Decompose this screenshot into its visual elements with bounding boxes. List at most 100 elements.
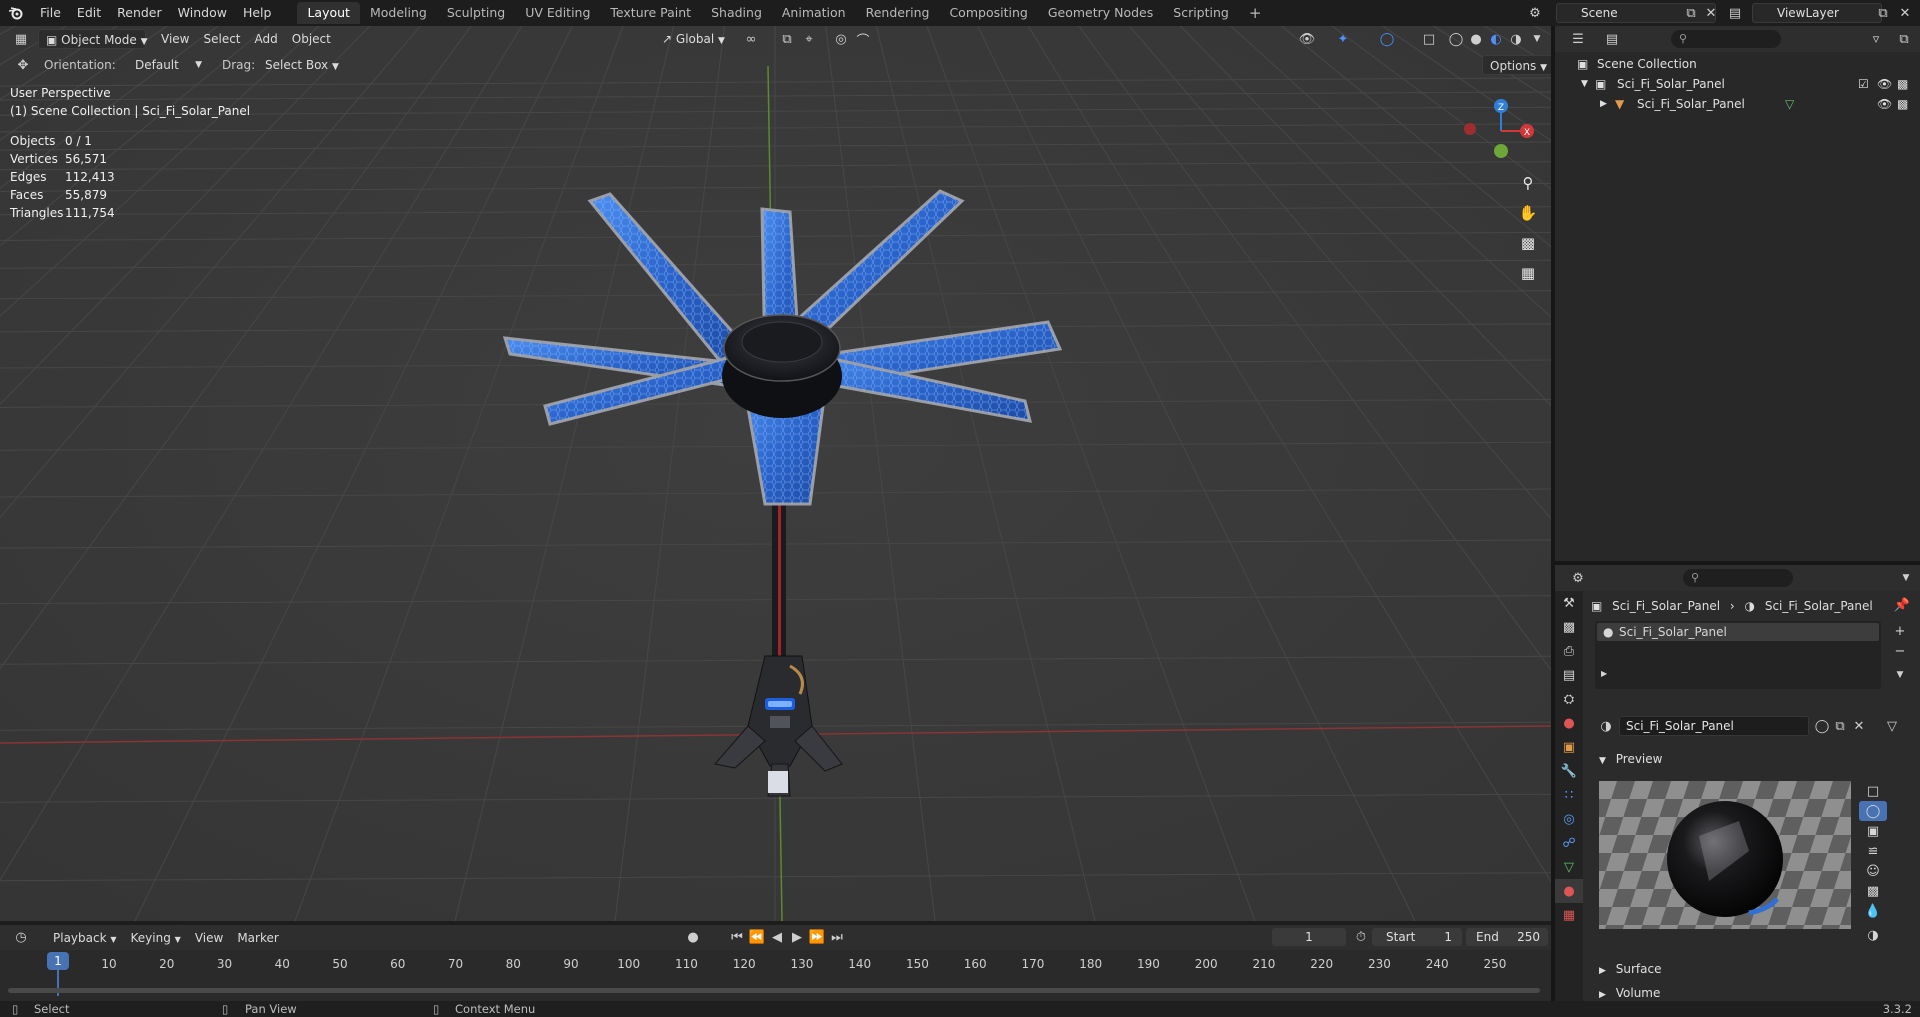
preview-section-header[interactable]: ▼ Preview	[1591, 749, 1911, 769]
menu-playback[interactable]: Playback ▼	[46, 928, 124, 948]
menu-view[interactable]: View	[154, 29, 196, 49]
grid-toggle-icon[interactable]: ▦	[1516, 261, 1540, 285]
jump-start-icon[interactable]: ⏮	[726, 927, 748, 947]
visibility-icon[interactable]: 👁	[1296, 29, 1318, 49]
preview-monkey-icon[interactable]: ☺	[1859, 861, 1887, 881]
jump-end-icon[interactable]: ⏭	[826, 927, 848, 947]
tool-tab-icon[interactable]: ⚒	[1555, 591, 1583, 615]
tab-animation[interactable]: Animation	[772, 2, 856, 24]
outliner-editor-icon[interactable]: ☰	[1567, 29, 1589, 49]
menu-marker[interactable]: Marker	[230, 928, 285, 948]
render-camera-icon[interactable]: ▩	[1897, 94, 1908, 114]
tab-modeling[interactable]: Modeling	[360, 2, 437, 24]
menu-timeline-view[interactable]: View	[188, 928, 230, 948]
menu-render[interactable]: Render	[109, 0, 170, 26]
zoom-icon[interactable]: ⚲	[1516, 171, 1540, 195]
menu-file[interactable]: File	[32, 0, 69, 26]
menu-window[interactable]: Window	[170, 0, 235, 26]
new-scene-icon[interactable]: ⧉	[1680, 3, 1702, 23]
disclosure-triangle-icon[interactable]: ▶	[1600, 94, 1607, 114]
timeline-scrollbar[interactable]	[8, 988, 1540, 993]
outliner-search-input[interactable]: ⚲	[1671, 30, 1781, 48]
shading-rendered-icon[interactable]: ◑	[1505, 29, 1527, 49]
outliner-row-collection[interactable]: ▼ ▣ Sci_Fi_Solar_Panel ☑ 👁 ▩	[1555, 74, 1920, 94]
preview-cloth-icon[interactable]: ▩	[1859, 881, 1887, 901]
scene-tab-icon[interactable]: ⛭	[1555, 687, 1583, 711]
stopwatch-icon[interactable]: ⏱	[1350, 927, 1372, 947]
frame-ruler[interactable]: 10 20 30 40 50 60 70 80 90 100 110 120 130 140 150 160 1…	[0, 950, 1551, 1001]
end-frame-field[interactable]: End 250	[1466, 928, 1548, 946]
shading-solid-icon[interactable]: ●	[1465, 29, 1487, 49]
add-slot-icon[interactable]: +	[1889, 621, 1911, 641]
add-workspace-button[interactable]: +	[1239, 2, 1272, 24]
surface-section-header[interactable]: ▶ Surface	[1591, 959, 1911, 979]
current-frame-field[interactable]: 1	[1272, 928, 1346, 946]
modifier-tab-icon[interactable]: 🔧	[1555, 759, 1583, 783]
options-dropdown[interactable]: Options ▼	[1482, 55, 1551, 75]
tab-scripting[interactable]: Scripting	[1163, 2, 1239, 24]
new-view-layer-icon[interactable]: ⧉	[1872, 3, 1894, 23]
falloff-icon[interactable]: ⌒	[852, 29, 874, 49]
eye-icon[interactable]: 👁	[1877, 94, 1892, 114]
pin-icon[interactable]: 📌	[1891, 595, 1913, 615]
editor-type-icon[interactable]: ▦	[10, 29, 32, 49]
next-keyframe-icon[interactable]: ⏩	[806, 927, 828, 947]
outliner-row-object[interactable]: ▶ ▼ Sci_Fi_Solar_Panel ▽ 👁 ▩	[1555, 94, 1920, 114]
properties-search-input[interactable]: ⚲	[1683, 569, 1793, 587]
constraints-tab-icon[interactable]: ☍	[1555, 831, 1583, 855]
gizmo-toggle-icon[interactable]: ✦	[1332, 29, 1354, 49]
playhead[interactable]: 1	[47, 952, 69, 970]
timeline-editor-icon[interactable]: ◷	[10, 928, 32, 948]
display-mode-icon[interactable]: ▤	[1601, 29, 1623, 49]
remove-slot-icon[interactable]: −	[1889, 641, 1911, 661]
record-icon[interactable]: ●	[682, 927, 704, 947]
tab-shading[interactable]: Shading	[701, 2, 772, 24]
start-frame-field[interactable]: Start 1	[1372, 928, 1462, 946]
drag-dropdown[interactable]: Select Box ▼	[258, 55, 346, 75]
tab-uv-editing[interactable]: UV Editing	[515, 2, 600, 24]
view-layer-field[interactable]: ViewLayer	[1752, 3, 1882, 23]
3d-viewport[interactable]: ▦ ▣ Object Mode ▼ View Select Add Object…	[0, 26, 1551, 921]
browse-material-icon[interactable]: ◑	[1595, 716, 1617, 736]
xray-icon[interactable]: □	[1418, 29, 1440, 49]
tab-sculpting[interactable]: Sculpting	[437, 2, 515, 24]
shading-wireframe-icon[interactable]: ◯	[1445, 29, 1467, 49]
view-layer-icon[interactable]: ▤	[1724, 3, 1746, 23]
node-link-icon[interactable]: ▽	[1881, 716, 1903, 736]
unlink-material-icon[interactable]: ✕	[1848, 716, 1870, 736]
snap-icon[interactable]: ⧉	[776, 29, 798, 49]
shading-material-icon[interactable]: ◐	[1485, 29, 1507, 49]
material-slot-list[interactable]: ● Sci_Fi_Solar_Panel ▶	[1595, 621, 1881, 689]
material-name-field[interactable]: Sci_Fi_Solar_Panel	[1619, 716, 1809, 736]
shading-options-icon[interactable]: ▼	[1526, 29, 1548, 49]
physics-tab-icon[interactable]: ◎	[1555, 807, 1583, 831]
material-slot-item[interactable]: ● Sci_Fi_Solar_Panel	[1597, 623, 1879, 641]
blender-logo-icon[interactable]	[0, 3, 32, 23]
camera-icon[interactable]: ▩	[1516, 231, 1540, 255]
pivot-point-icon[interactable]: ∞	[740, 29, 762, 49]
snap-target-icon[interactable]: ⌖	[798, 29, 820, 49]
preview-flat-icon[interactable]: □	[1859, 781, 1887, 801]
preview-world-icon[interactable]: ◑	[1859, 925, 1887, 945]
menu-select[interactable]: Select	[196, 29, 247, 49]
output-tab-icon[interactable]: ⎙	[1555, 639, 1583, 663]
render-camera-icon[interactable]: ▩	[1897, 74, 1908, 94]
preview-sphere-icon[interactable]: ◯	[1859, 801, 1887, 821]
orientation-dropdown[interactable]: Default ▼	[112, 55, 208, 75]
volume-section-header[interactable]: ▶ Volume	[1591, 983, 1911, 1002]
slot-specials-icon[interactable]: ▼	[1889, 665, 1911, 685]
scene-selector-icon[interactable]: ⚙	[1524, 3, 1546, 23]
tab-layout[interactable]: Layout	[297, 2, 360, 24]
view-layer-tab-icon[interactable]: ▤	[1555, 663, 1583, 687]
tab-geometry-nodes[interactable]: Geometry Nodes	[1038, 2, 1163, 24]
eye-icon[interactable]: 👁	[1877, 74, 1892, 94]
material-tab-icon[interactable]: ●	[1555, 879, 1583, 903]
menu-help[interactable]: Help	[235, 0, 280, 26]
checkbox-icon[interactable]: ☑	[1858, 74, 1869, 94]
tab-texture-paint[interactable]: Texture Paint	[600, 2, 701, 24]
particles-tab-icon[interactable]: ∷	[1555, 783, 1583, 807]
pan-hand-icon[interactable]: ✋	[1516, 201, 1540, 225]
menu-add[interactable]: Add	[248, 29, 285, 49]
list-expand-icon[interactable]: ▶	[1601, 669, 1607, 678]
texture-tab-icon[interactable]: ▦	[1555, 903, 1583, 927]
